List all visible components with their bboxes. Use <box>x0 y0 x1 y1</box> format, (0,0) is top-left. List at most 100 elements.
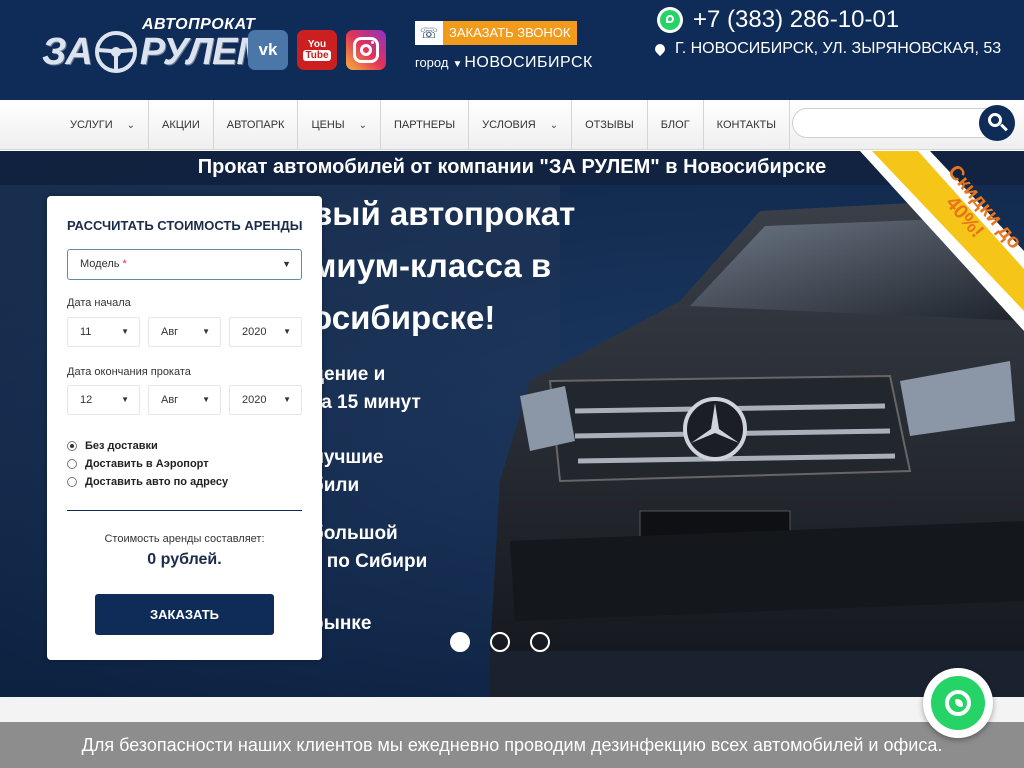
caret-down-icon: ▼ <box>282 259 291 269</box>
phone-number: +7 (383) 286-10-01 <box>693 6 900 33</box>
nav-item-label: УСЛОВИЯ <box>482 119 536 131</box>
caret-down-icon: ▼ <box>121 327 129 336</box>
chevron-down-icon: ⌄ <box>126 119 136 131</box>
model-label: Модель <box>80 258 120 270</box>
whatsapp-icon <box>945 690 971 716</box>
callback-button[interactable]: ☏ ЗАКАЗАТЬ ЗВОНОК <box>415 21 577 45</box>
start-month-value: Авг <box>161 326 179 338</box>
city-selector[interactable]: город ▼ НОВОСИБИРСК <box>415 54 593 72</box>
end-day-select[interactable]: 12 ▼ <box>67 385 140 415</box>
model-select[interactable]: Модель * ▼ <box>67 249 302 280</box>
phone-handset-icon: ☏ <box>415 21 443 45</box>
rental-calculator: РАССЧИТАТЬ СТОИМОСТЬ АРЕНДЫ Модель * ▼ Д… <box>47 196 322 660</box>
nav-item-4[interactable]: ЦЕНЫ ⌄ <box>298 100 381 150</box>
slide-text-line: осибирске! <box>312 299 496 336</box>
cost-value: 0 рублей. <box>147 551 222 568</box>
start-year-select[interactable]: 2020 ▼ <box>229 317 302 347</box>
nav-item-label: АВТОПАРК <box>226 119 285 131</box>
site-header: АВТОПРОКАТ ЗА РУЛЕМ vk You Tube ☏ ЗАКАЗА… <box>0 0 1024 100</box>
required-marker: * <box>122 258 127 270</box>
logo-wordmark: ЗА РУЛЕМ <box>42 30 268 74</box>
caret-down-icon: ▼ <box>283 395 291 404</box>
end-year-select[interactable]: 2020 ▼ <box>229 385 302 415</box>
caret-down-icon: ▼ <box>452 59 463 70</box>
start-day-select[interactable]: 11 ▼ <box>67 317 140 347</box>
slider-dot-1[interactable] <box>450 632 470 652</box>
whatsapp-chat-button[interactable] <box>923 668 993 738</box>
youtube-icon-bottom: Tube <box>303 50 331 61</box>
start-month-select[interactable]: Авг ▼ <box>148 317 221 347</box>
search-box <box>792 105 1016 141</box>
whatsapp-icon <box>657 7 683 33</box>
nav-item-5[interactable]: ПАРТНЕРЫ <box>381 100 470 150</box>
search-icon[interactable] <box>979 105 1015 141</box>
nav-item-9[interactable]: КОНТАКТЫ <box>704 100 790 150</box>
start-year-value: 2020 <box>242 326 267 338</box>
header-phone[interactable]: +7 (383) 286-10-01 <box>657 6 899 34</box>
nav-item-7[interactable]: ОТЗЫВЫ <box>572 100 648 150</box>
nav-items: УСЛУГИ ⌄ АКЦИИ АВТОПАРК ЦЕНЫ ⌄ ПАРТНЕРЫ УСЛОВИЯ… <box>57 100 790 150</box>
delivery-option-airport[interactable]: Доставить в Аэропорт <box>67 458 209 470</box>
caret-down-icon: ▼ <box>283 327 291 336</box>
search-input[interactable] <box>792 108 992 138</box>
radio-button[interactable] <box>67 441 77 451</box>
logo[interactable]: АВТОПРОКАТ ЗА РУЛЕМ <box>42 14 268 80</box>
slider-dot-2[interactable] <box>490 632 510 652</box>
nav-item-label: БЛОГ <box>660 119 690 131</box>
address-text: Г. НОВОСИБИРСК, УЛ. ЗЫРЯНОВСКАЯ, 53 <box>675 40 1002 57</box>
cost-label: Стоимость аренды составляет: <box>104 533 265 545</box>
notice-text: Для безопасности наших клиентов мы ежедн… <box>81 735 943 755</box>
disinfection-notice: Для безопасности наших клиентов мы ежедн… <box>0 722 1024 768</box>
chevron-down-icon: ⌄ <box>358 119 367 131</box>
slide-text-line: за 15 минут <box>312 392 421 413</box>
header-address: Г. НОВОСИБИРСК, УЛ. ЗЫРЯНОВСКАЯ, 53 <box>652 40 1002 58</box>
callback-label: ЗАКАЗАТЬ ЗВОНОК <box>443 21 577 45</box>
nav-item-2[interactable]: АКЦИИ <box>149 100 214 150</box>
end-year-value: 2020 <box>242 394 267 406</box>
youtube-link[interactable]: You Tube <box>297 30 337 70</box>
caret-down-icon: ▼ <box>202 327 210 336</box>
end-day-value: 12 <box>80 394 93 406</box>
vk-icon: vk <box>258 40 278 59</box>
slider-dots <box>450 632 550 652</box>
slider-dot-3[interactable] <box>530 632 550 652</box>
nav-item-label: КОНТАКТЫ <box>716 119 776 131</box>
end-month-value: Авг <box>161 394 179 406</box>
order-button[interactable]: ЗАКАЗАТЬ <box>95 594 274 635</box>
slide-text-line: дение и <box>312 364 386 385</box>
nav-item-8[interactable]: БЛОГ <box>648 100 704 150</box>
slide-text-line: к по Сибири <box>312 551 428 572</box>
end-month-select[interactable]: Авг ▼ <box>148 385 221 415</box>
youtube-icon-top: You <box>307 39 327 50</box>
instagram-icon <box>353 37 379 63</box>
end-date-label: Дата окончания проката <box>67 366 191 378</box>
slide-text-line: вый автопрокат <box>312 195 576 232</box>
delivery-option-label: Доставить в Аэропорт <box>85 458 209 470</box>
city-name: НОВОСИБИРСК <box>464 54 593 71</box>
nav-item-label: УСЛУГИ <box>70 119 113 131</box>
nav-item-label: АКЦИИ <box>162 119 200 131</box>
radio-button[interactable] <box>67 477 77 487</box>
start-date-label: Дата начала <box>67 297 131 309</box>
nav-item-1[interactable]: УСЛУГИ ⌄ <box>57 100 150 150</box>
section-gap <box>0 697 1024 722</box>
caret-down-icon: ▼ <box>202 395 210 404</box>
nav-item-3[interactable]: АВТОПАРК <box>214 100 299 150</box>
radio-button[interactable] <box>67 459 77 469</box>
slide-text-line: лучшие <box>312 447 384 468</box>
discount-ribbon[interactable]: Скидки до 40%! <box>860 151 1024 331</box>
city-caption: город <box>415 55 449 70</box>
delivery-option-label: Доставить авто по адресу <box>85 476 229 488</box>
delivery-option-address[interactable]: Доставить авто по адресу <box>67 476 228 488</box>
nav-item-label: ЦЕНЫ <box>311 119 345 131</box>
vk-link[interactable]: vk <box>248 30 288 70</box>
nav-item-6[interactable]: УСЛОВИЯ ⌄ <box>469 100 573 150</box>
divider <box>67 510 302 511</box>
steering-wheel-icon <box>94 31 137 73</box>
instagram-link[interactable] <box>346 30 386 70</box>
caret-down-icon: ▼ <box>121 395 129 404</box>
slide-text-line: большой <box>312 523 398 544</box>
nav-item-label: ОТЗЫВЫ <box>585 119 634 131</box>
delivery-option-none[interactable]: Без доставки <box>67 440 158 452</box>
calculator-title: РАССЧИТАТЬ СТОИМОСТЬ АРЕНДЫ <box>67 218 303 233</box>
